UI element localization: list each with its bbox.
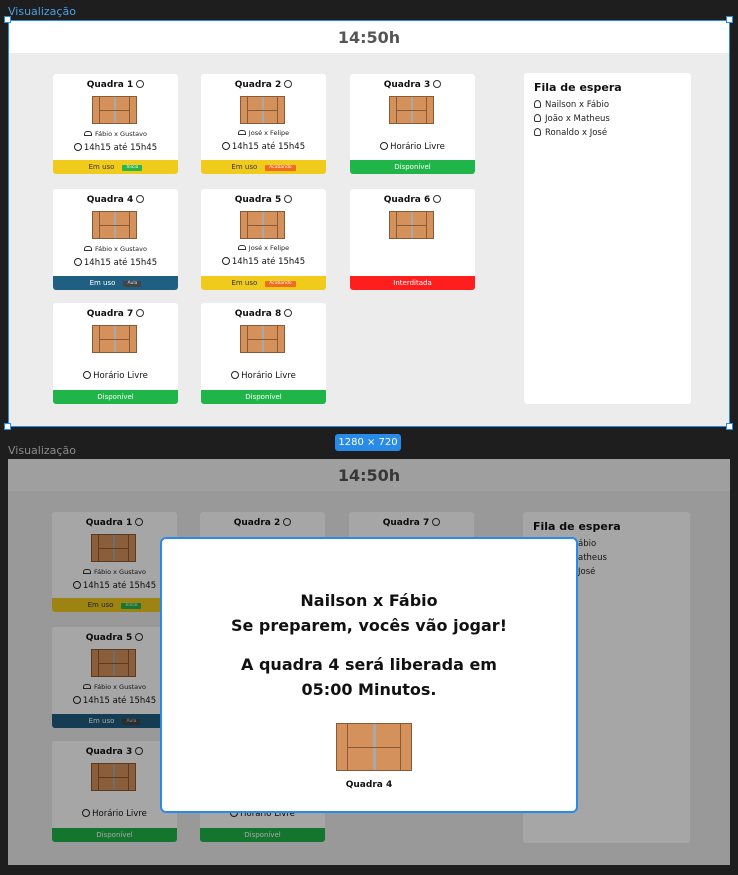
- status-bar: Disponível: [350, 160, 475, 174]
- tennis-ball-icon: [433, 80, 442, 88]
- court-card-5[interactable]: Quadra 5 José x Felipe 14h15 até 15h45 E…: [201, 189, 326, 290]
- tennis-ball-icon: [136, 195, 145, 203]
- court-icon: [240, 96, 285, 124]
- court-icon: [92, 96, 137, 124]
- court-title: Quadra 2: [201, 80, 326, 90]
- time-text: Horário Livre: [53, 371, 178, 381]
- status-bar: Disponível: [53, 390, 178, 404]
- queue-item[interactable]: João x Matheus: [534, 114, 691, 124]
- waiting-queue: Fila de espera Nailson x Fábio João x Ma…: [524, 73, 691, 404]
- clock-icon: [231, 371, 240, 379]
- time-text: 14h15 até 15h45: [201, 142, 326, 152]
- court-icon: [389, 211, 434, 239]
- court-card-3[interactable]: Quadra 3 Horário Livre Disponível: [350, 74, 475, 174]
- clock-icon: [73, 143, 82, 151]
- court-card-2[interactable]: Quadra 2 José x Felipe 14h15 até 15h45 E…: [201, 74, 326, 174]
- preview-frame-bottom: 14:50h Quadra 1 Fábio x Gustavo 14h15 at…: [8, 459, 730, 865]
- next-match-modal[interactable]: Nailson x Fábio Se preparem, vocês vão j…: [160, 537, 578, 813]
- status-bar: Em uso Acabando: [201, 160, 326, 174]
- time-text: 14h15 até 15h45: [53, 258, 178, 268]
- status-bar: Em uso Acabando: [201, 276, 326, 290]
- status-bar: Em uso Aula: [53, 276, 178, 290]
- status-badge: Aula: [123, 281, 142, 287]
- court-card-4[interactable]: Quadra 4 Fábio x Gustavo 14h15 até 15h45…: [53, 189, 178, 290]
- queue-item[interactable]: Nailson x Fábio: [534, 100, 691, 110]
- court-icon: [92, 325, 137, 353]
- status-bar: Disponível: [201, 390, 326, 404]
- court-card-8[interactable]: Quadra 8 Horário Livre Disponível: [201, 303, 326, 404]
- person-icon: [534, 114, 541, 122]
- clock-icon: [83, 371, 92, 379]
- resize-handle[interactable]: [726, 16, 733, 23]
- court-icon: [336, 723, 412, 771]
- court-title: Quadra 8: [201, 309, 326, 319]
- frame-size-badge: 1280 × 720: [335, 434, 401, 451]
- people-icon: [237, 130, 246, 135]
- resize-handle[interactable]: [726, 423, 733, 430]
- resize-handle[interactable]: [4, 423, 11, 430]
- clock-icon: [380, 142, 389, 150]
- status-badge: Acabando: [265, 165, 296, 171]
- court-icon: [240, 211, 285, 239]
- modal-message: Se preparem, vocês vão jogar!: [230, 616, 507, 635]
- tennis-ball-icon: [284, 309, 293, 317]
- queue-title: Fila de espera: [534, 81, 622, 94]
- court-icon: [389, 96, 434, 124]
- preview-frame-top: 14:50h Quadra 1 Fábio x Gustavo 14h15 at…: [8, 20, 730, 427]
- modal-court-info: A quadra 4 será liberada em: [241, 655, 497, 674]
- clock-icon: [73, 258, 82, 266]
- players-text: José x Felipe: [201, 129, 326, 137]
- time-text: Horário Livre: [201, 371, 326, 381]
- court-title: Quadra 3: [350, 80, 475, 90]
- court-card-7[interactable]: Quadra 7 Horário Livre Disponível: [53, 303, 178, 404]
- status-badge: Início: [122, 165, 143, 171]
- modal-countdown: 05:00 Minutos.: [301, 680, 437, 699]
- people-icon: [84, 246, 93, 251]
- court-icon: [240, 325, 285, 353]
- tennis-ball-icon: [136, 309, 145, 317]
- resize-handle[interactable]: [4, 16, 11, 23]
- court-title: Quadra 7: [53, 309, 178, 319]
- person-icon: [534, 100, 541, 108]
- court-title: Quadra 1: [53, 80, 178, 90]
- time-text: 14h15 até 15h45: [53, 143, 178, 153]
- court-title: Quadra 4: [53, 195, 178, 205]
- status-bar: Em uso Início: [53, 160, 178, 174]
- person-icon: [534, 128, 541, 136]
- frame-label-top[interactable]: Visualização: [8, 5, 76, 18]
- court-title: Quadra 5: [201, 195, 326, 205]
- time-text: Horário Livre: [350, 142, 475, 152]
- court-card-1[interactable]: Quadra 1 Fábio x Gustavo 14h15 até 15h45…: [53, 74, 178, 174]
- players-text: Fábio x Gustavo: [53, 130, 178, 138]
- queue-item[interactable]: Ronaldo x José: [534, 128, 691, 138]
- tennis-ball-icon: [284, 80, 293, 88]
- modal-players: Nailson x Fábio: [300, 591, 438, 610]
- status-badge: Acabando: [265, 281, 296, 287]
- court-card-6[interactable]: Quadra 6 Interditada: [350, 189, 475, 290]
- people-icon: [84, 131, 93, 136]
- time-text: 14h15 até 15h45: [201, 257, 326, 267]
- modal-court-label: Quadra 4: [345, 780, 393, 790]
- tennis-ball-icon: [136, 80, 145, 88]
- frame-label-bottom[interactable]: Visualização: [8, 444, 76, 457]
- people-icon: [237, 245, 246, 250]
- clock-header: 14:50h: [9, 21, 729, 53]
- court-title: Quadra 6: [350, 195, 475, 205]
- clock-icon: [221, 257, 230, 265]
- players-text: José x Felipe: [201, 244, 326, 252]
- court-icon: [92, 211, 137, 239]
- clock-icon: [221, 142, 230, 150]
- tennis-ball-icon: [433, 195, 442, 203]
- players-text: Fábio x Gustavo: [53, 245, 178, 253]
- status-bar: Interditada: [350, 276, 475, 290]
- tennis-ball-icon: [284, 195, 293, 203]
